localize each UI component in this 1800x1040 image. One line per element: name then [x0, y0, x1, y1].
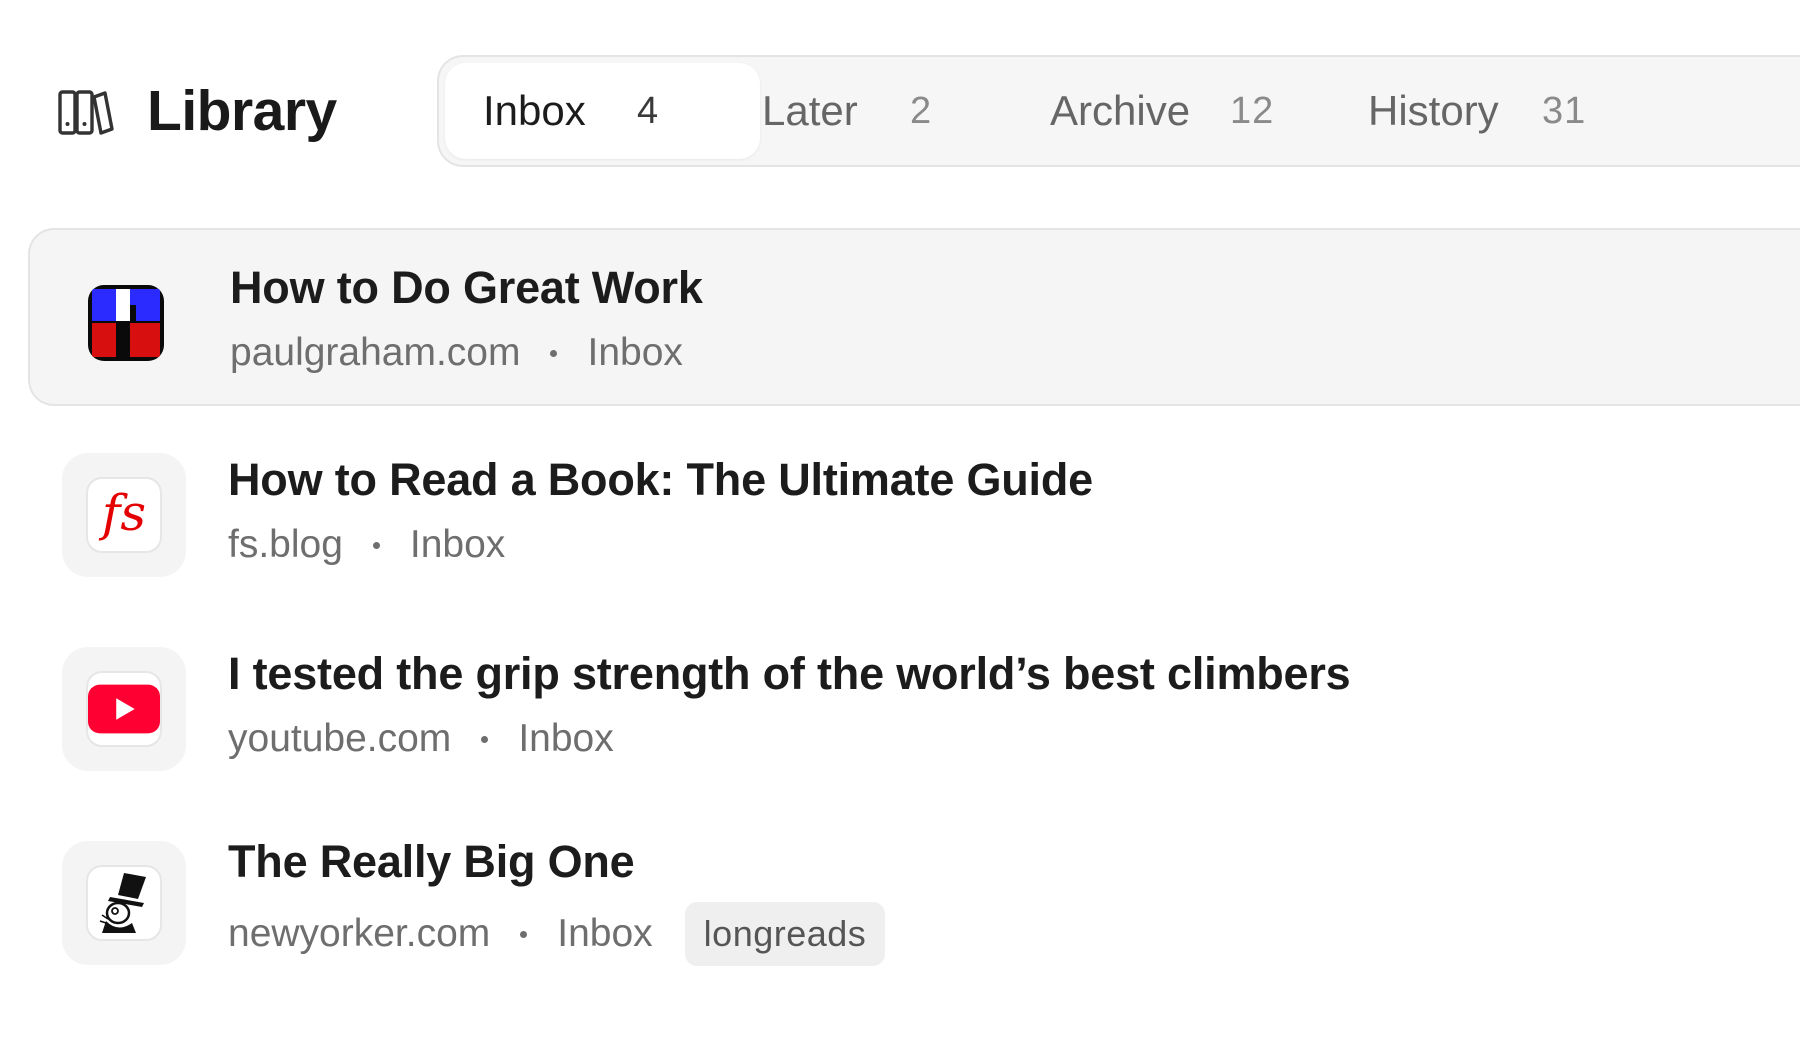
tab-history[interactable]: History 31 — [1368, 63, 1690, 159]
item-meta: fs.blog Inbox — [228, 520, 505, 570]
item-meta: paulgraham.com Inbox — [230, 328, 683, 378]
books-icon — [57, 87, 115, 137]
separator-dot — [550, 349, 558, 357]
favicon-container — [64, 261, 188, 385]
tab-inbox[interactable]: Inbox 4 — [445, 63, 760, 159]
item-domain: youtube.com — [228, 717, 452, 760]
page-title: Library — [147, 79, 337, 143]
list-item[interactable]: fs How to Read a Book: The Ultimate Guid… — [28, 422, 1800, 600]
item-location: Inbox — [557, 912, 653, 955]
item-meta: youtube.com Inbox — [228, 714, 614, 764]
tab-label: Archive — [1050, 87, 1191, 134]
item-location: Inbox — [518, 717, 614, 760]
tab-archive[interactable]: Archive 12 — [1050, 63, 1370, 159]
tab-label: Later — [762, 87, 858, 134]
item-title: The Really Big One — [228, 836, 635, 887]
item-meta: newyorker.com Inbox longreads — [228, 902, 886, 966]
separator-dot — [372, 541, 380, 549]
tab-count: 2 — [910, 90, 933, 132]
list-item[interactable]: How to Do Great Work paulgraham.com Inbo… — [28, 228, 1800, 406]
tab-label: History — [1368, 87, 1499, 134]
tab-count: 4 — [637, 90, 660, 132]
item-title: I tested the grip strength of the world’… — [228, 648, 1351, 699]
favicon-container — [62, 647, 186, 771]
tab-count: 12 — [1230, 90, 1275, 132]
separator-dot — [481, 735, 489, 743]
item-domain: fs.blog — [228, 523, 343, 566]
library-header: Library Inbox 4 Later 2 Archive 12 Histo… — [0, 0, 1800, 190]
fs-logo-text: fs — [101, 484, 147, 542]
item-domain: newyorker.com — [228, 912, 491, 955]
newyorker-eustace-icon — [86, 865, 162, 941]
item-location: Inbox — [409, 523, 506, 566]
separator-dot — [520, 930, 528, 938]
favicon-container — [62, 841, 186, 965]
tab-label: Inbox — [483, 87, 586, 134]
list-item[interactable]: The Really Big One newyorker.com Inbox l… — [28, 810, 1800, 988]
list-item[interactable]: I tested the grip strength of the world’… — [28, 616, 1800, 794]
item-location: Inbox — [587, 331, 683, 374]
tab-count: 31 — [1542, 90, 1587, 132]
fs-blog-favicon: fs — [86, 477, 162, 553]
tag-badge[interactable]: longreads — [684, 902, 886, 966]
item-title: How to Read a Book: The Ultimate Guide — [228, 454, 1093, 505]
youtube-play-icon — [86, 671, 162, 747]
tab-later[interactable]: Later 2 — [760, 63, 1050, 159]
paulgraham-favicon — [88, 285, 164, 361]
tab-bar: Inbox 4 Later 2 Archive 12 History 31 — [437, 55, 1800, 167]
item-domain: paulgraham.com — [230, 331, 521, 374]
favicon-container: fs — [62, 453, 186, 577]
item-title: How to Do Great Work — [230, 262, 703, 313]
